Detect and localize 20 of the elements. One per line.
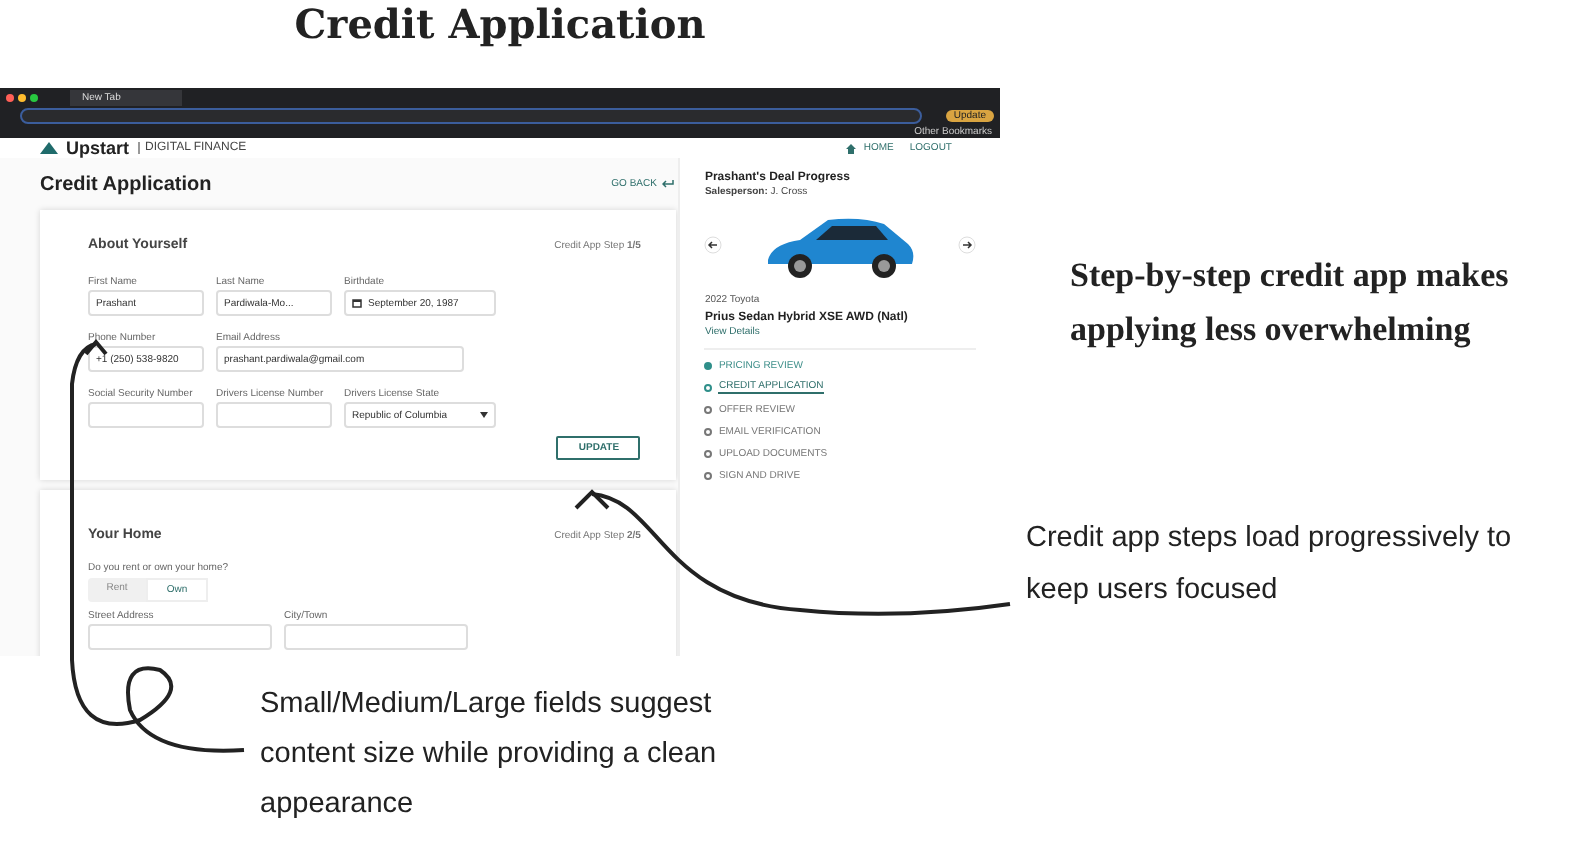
home-icon bbox=[845, 143, 856, 153]
logo-text: Upstart bbox=[66, 138, 130, 158]
page-title: Credit Application bbox=[40, 173, 212, 195]
minimize-window-icon[interactable] bbox=[18, 93, 26, 101]
previous-arrow-icon[interactable] bbox=[704, 235, 723, 253]
annotation-text: Small/Medium/Large fields suggest content size while providing a clean appearance bbox=[260, 686, 719, 824]
next-arrow-icon[interactable] bbox=[958, 235, 976, 253]
annotation-text: Step-by-step credit app makes applying less overwhelming bbox=[1070, 254, 1511, 352]
close-window-icon[interactable] bbox=[6, 93, 14, 101]
back-arrow-icon[interactable] bbox=[662, 180, 675, 188]
dropdown-caret-icon bbox=[480, 412, 488, 418]
input-field[interactable] bbox=[88, 402, 204, 428]
annotation-text: Credit app steps load progressively to keep users focused bbox=[1026, 520, 1514, 610]
input-field[interactable] bbox=[284, 624, 468, 650]
logo-icon bbox=[40, 142, 58, 154]
calendar-icon bbox=[352, 298, 362, 308]
maximize-window-icon[interactable] bbox=[30, 93, 38, 101]
input-field[interactable] bbox=[216, 402, 332, 428]
slide-title: Credit Application bbox=[292, 0, 708, 52]
input-field[interactable] bbox=[88, 624, 272, 650]
